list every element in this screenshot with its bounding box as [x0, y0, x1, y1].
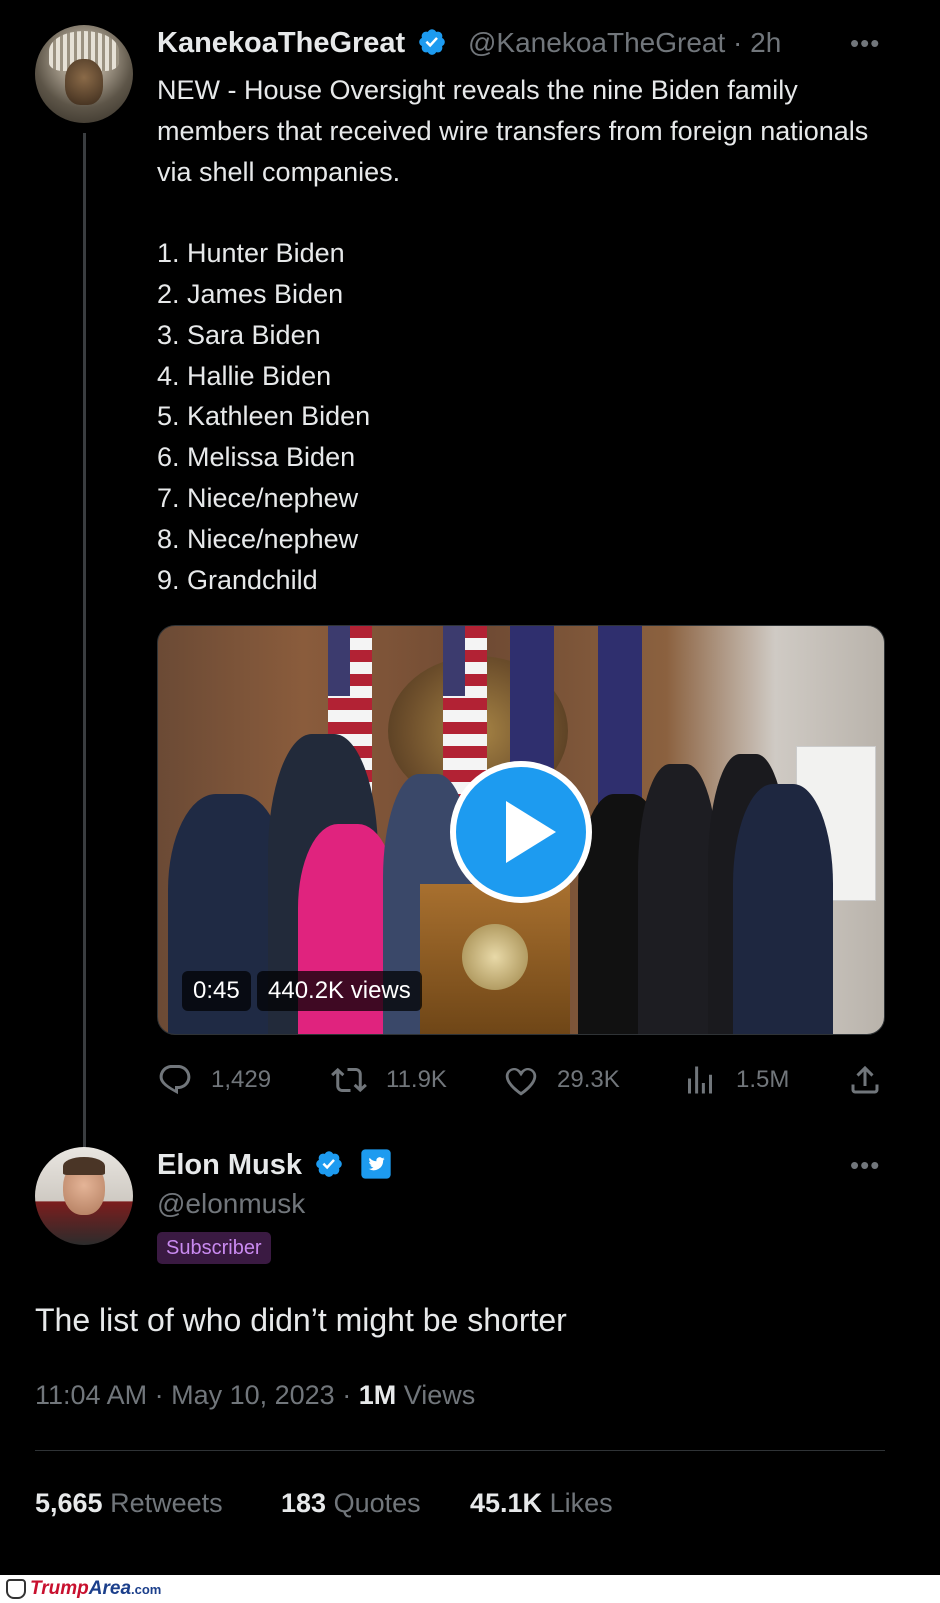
retweet-icon: [331, 1067, 367, 1093]
reply-author-handle[interactable]: @elonmusk: [157, 1188, 305, 1220]
likes-count: 45.1K: [470, 1488, 543, 1518]
views-count: 1.5M: [736, 1066, 790, 1093]
video-views: 440.2K views: [257, 971, 422, 1011]
author-name-text: KanekoaTheGreat: [157, 27, 406, 59]
quotes-label: Quotes: [333, 1488, 421, 1518]
quotes-stat[interactable]: 183 Quotes: [281, 1488, 421, 1519]
likes-label: Likes: [549, 1488, 613, 1518]
reply-icon: [159, 1065, 191, 1095]
retweets-stat[interactable]: 5,665 Retweets: [35, 1488, 223, 1519]
retweet-count: 11.9K: [386, 1066, 447, 1093]
retweets-count: 5,665: [35, 1488, 103, 1518]
reply-views-count: 1M: [358, 1380, 397, 1410]
twitter-bird-icon: [361, 1149, 391, 1180]
reply-timestamp: 11:04 AM · May 10, 2023 · 1M Views: [35, 1380, 476, 1410]
video-player[interactable]: 0:45 440.2K views: [157, 625, 885, 1035]
reply-author-name[interactable]: Elon Musk: [157, 1149, 392, 1182]
podium: [420, 884, 570, 1034]
views-icon: [688, 1066, 712, 1094]
avatar-kanekoa[interactable]: [35, 25, 133, 123]
verified-badge-icon: [316, 1151, 342, 1178]
retweets-label: Retweets: [110, 1488, 223, 1518]
likes-stat[interactable]: 45.1K Likes: [470, 1488, 613, 1519]
subscriber-badge: Subscriber: [157, 1232, 271, 1264]
time-ago[interactable]: 2h: [750, 27, 781, 58]
video-duration: 0:45: [182, 971, 251, 1011]
reply-views-label: Views: [403, 1380, 476, 1410]
like-button[interactable]: 29.3K: [503, 1063, 620, 1097]
reply-text: The list of who didn’t might be shorter: [35, 1302, 567, 1338]
verified-badge-icon: [419, 29, 446, 56]
quotes-count: 183: [281, 1488, 327, 1518]
avatar-elonmusk[interactable]: [35, 1147, 133, 1245]
author-name[interactable]: KanekoaTheGreat: [157, 27, 447, 60]
reply-button[interactable]: 1,429: [157, 1063, 271, 1097]
watermark-logo-icon: [6, 1579, 26, 1599]
reply-author-name-text: Elon Musk: [157, 1149, 303, 1181]
reply-count: 1,429: [211, 1066, 272, 1093]
thread-connector-line: [83, 133, 86, 1163]
reply-date[interactable]: May 10, 2023: [171, 1380, 335, 1410]
like-count: 29.3K: [557, 1066, 620, 1093]
share-icon: [851, 1065, 879, 1094]
retweet-button[interactable]: 11.9K: [330, 1063, 447, 1097]
divider: [35, 1450, 885, 1451]
author-handle[interactable]: @KanekoaTheGreat: [468, 27, 725, 58]
author-handle-time: @KanekoaTheGreat · 2h: [468, 27, 781, 59]
watermark-bar: TrumpArea.com: [0, 1575, 940, 1603]
separator: ·: [733, 27, 743, 58]
more-icon[interactable]: •••: [850, 28, 880, 59]
reply-time[interactable]: 11:04 AM: [35, 1380, 147, 1410]
watermark-text: TrumpArea.com: [30, 1578, 162, 1599]
like-icon: [505, 1067, 537, 1096]
tweet-text: NEW - House Oversight reveals the nine B…: [157, 75, 869, 595]
views-button[interactable]: 1.5M: [682, 1063, 789, 1097]
share-button[interactable]: [847, 1063, 901, 1097]
more-icon[interactable]: •••: [850, 1150, 880, 1181]
play-icon[interactable]: [450, 761, 592, 903]
